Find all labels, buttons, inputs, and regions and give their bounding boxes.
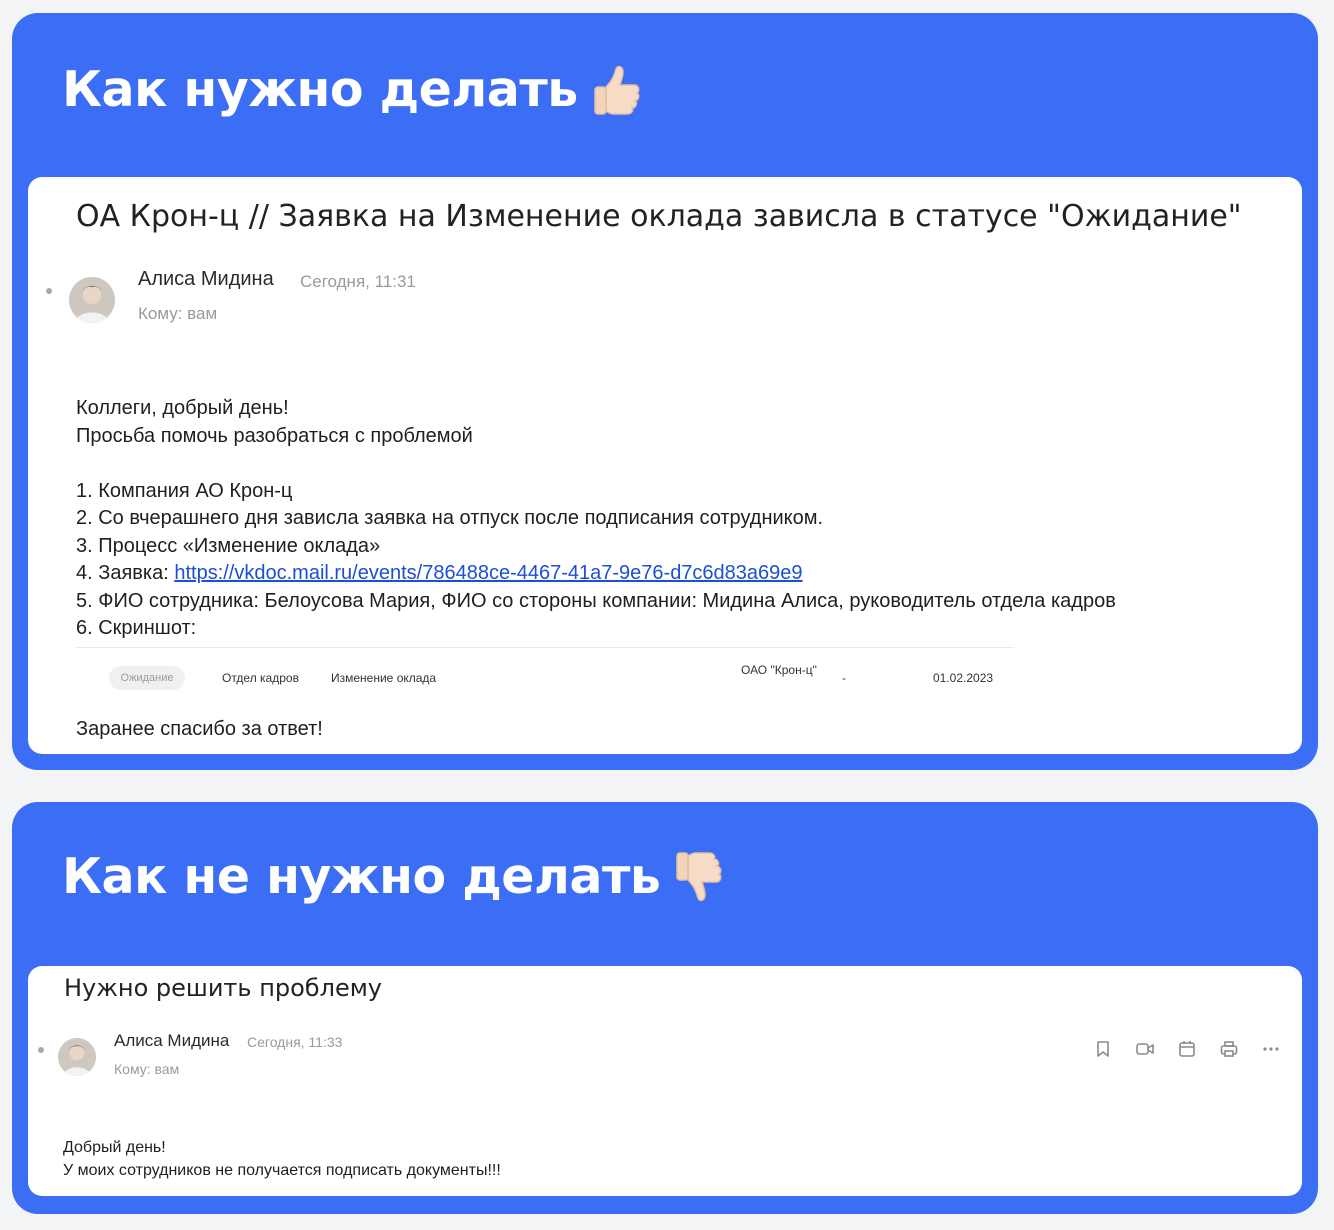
more-icon[interactable]: [1260, 1038, 1282, 1060]
bookmark-icon[interactable]: [1092, 1038, 1114, 1060]
company-cell: ОАО "Крон-ц": [741, 663, 817, 677]
email-subject: Нужно решить проблему: [64, 974, 383, 1002]
sender-name[interactable]: Алиса Мидина: [114, 1031, 229, 1051]
good-example-panel: Как нужно делать ОА Крон-ц // Заявка на …: [12, 13, 1318, 770]
body-line: [76, 450, 1116, 478]
email-date: Сегодня, 11:31: [300, 272, 416, 291]
body-line: 5. ФИО сотрудника: Белоусова Мария, ФИО …: [76, 589, 1116, 612]
email-actions-toolbar: [1092, 1038, 1282, 1060]
good-email-card: ОА Крон-ц // Заявка на Изменение оклада …: [28, 177, 1302, 754]
thumbs-up-icon: [592, 63, 644, 117]
body-line: 1. Компания АО Крон-ц: [76, 479, 293, 502]
print-icon[interactable]: [1218, 1038, 1240, 1060]
request-link[interactable]: https://vkdoc.mail.ru/events/786488ce-44…: [174, 562, 802, 584]
body-line: 3. Процесс «Изменение оклада»: [76, 534, 381, 557]
avatar[interactable]: [58, 1038, 96, 1076]
closing-line: Заранее спасибо за ответ!: [76, 718, 323, 740]
email-body: Добрый день! У моих сотрудников не получ…: [63, 1136, 501, 1182]
good-example-heading: Как нужно делать: [62, 61, 644, 118]
email-body: Коллеги, добрый день! Просьба помочь раз…: [76, 395, 1116, 643]
embedded-screenshot: Ожидание Отдел кадров Изменение оклада О…: [76, 647, 1014, 707]
recipient-line[interactable]: Кому: вам: [114, 1061, 179, 1077]
recipient-line[interactable]: Кому: вам: [138, 304, 217, 324]
email-closing: Заранее спасибо за ответ!: [76, 716, 323, 744]
unread-dot: [38, 1047, 44, 1053]
request-label: 4. Заявка:: [76, 562, 175, 584]
status-badge: Ожидание: [109, 666, 185, 690]
video-call-icon[interactable]: [1134, 1038, 1156, 1060]
body-line: Добрый день!: [63, 1139, 166, 1156]
body-line: Коллеги, добрый день!: [76, 397, 289, 419]
department-cell: Отдел кадров: [222, 671, 299, 685]
calendar-icon[interactable]: [1176, 1038, 1198, 1060]
avatar[interactable]: [69, 277, 115, 323]
date-cell: 01.02.2023: [933, 671, 994, 685]
process-cell: Изменение оклада: [331, 671, 437, 685]
body-line-request: 4. Заявка: https://vkdoc.mail.ru/events/…: [76, 560, 1116, 588]
body-line: 2. Со вчерашнего дня зависла заявка на о…: [76, 507, 824, 529]
email-subject: ОА Крон-ц // Заявка на Изменение оклада …: [76, 199, 1242, 234]
body-line: У моих сотрудников не получается подписа…: [63, 1162, 501, 1179]
body-line: 6. Скриншот:: [76, 617, 197, 639]
bad-example-panel: Как не нужно делать Нужно решить проблем…: [12, 802, 1318, 1214]
dash-cell: -: [842, 671, 846, 685]
body-line: Просьба помочь разобраться с проблемой: [76, 424, 473, 447]
thumbs-down-icon: [674, 850, 726, 904]
unread-dot: [46, 288, 52, 294]
good-heading-text: Как нужно делать: [62, 61, 578, 118]
screenshot-divider: [76, 647, 1014, 648]
bad-email-card: Нужно решить проблему Алиса Мидина Сегод…: [28, 966, 1302, 1196]
bad-heading-text: Как не нужно делать: [62, 848, 661, 905]
email-date: Сегодня, 11:33: [247, 1034, 343, 1050]
bad-example-heading: Как не нужно делать: [62, 848, 726, 905]
sender-name[interactable]: Алиса Мидина: [138, 268, 274, 291]
